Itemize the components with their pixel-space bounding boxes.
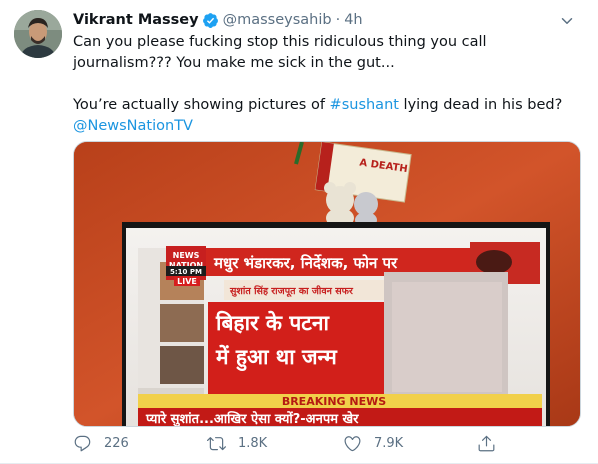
share-icon	[478, 435, 495, 452]
like-count: 7.9K	[374, 436, 404, 451]
retweet-icon	[207, 437, 226, 451]
author-name[interactable]: Vikrant Massey	[73, 12, 199, 28]
like-button[interactable]: 7.9K	[343, 434, 403, 453]
chevron-down-icon[interactable]	[558, 12, 576, 30]
subheadline: सुशांत सिंह राजपूत का जीवन सफर	[229, 285, 354, 297]
tweet-line-1: Can you please fucking stop this ridicul…	[73, 34, 487, 71]
share-button[interactable]	[477, 434, 508, 453]
media-photo: A DEATH NEWS NATION 5:10 PM LIVE मधुर भं…	[74, 142, 580, 427]
tweet-line-2: You’re actually showing pictures of #sus…	[73, 95, 581, 116]
reply-count: 226	[104, 436, 129, 451]
main-line-1: बिहार के पटना	[215, 310, 331, 335]
separator-dot: ·	[335, 12, 341, 28]
reply-icon	[74, 435, 91, 452]
like-icon	[344, 436, 361, 452]
retweet-count: 1.8K	[238, 436, 268, 451]
live-badge: LIVE	[177, 277, 197, 286]
reply-button[interactable]: 226	[73, 434, 129, 453]
tweet-header: Vikrant Massey @masseysahib · 4h	[73, 10, 578, 30]
breaking-news: BREAKING NEWS	[282, 395, 386, 408]
verified-badge-icon	[202, 12, 218, 28]
tweet-media[interactable]: A DEATH NEWS NATION 5:10 PM LIVE मधुर भं…	[73, 141, 581, 427]
line-2-suffix: lying dead in his bed?	[398, 97, 563, 113]
line-2-prefix: You’re actually showing pictures of	[73, 97, 330, 113]
tweet-line-3: @NewsNationTV	[73, 116, 581, 137]
hashtag-link[interactable]: #sushant	[330, 97, 399, 113]
main-line-2: में हुआ था जन्म	[215, 344, 338, 372]
author-handle[interactable]: @masseysahib	[223, 12, 332, 28]
tweet-actions: 226 1.8K 7.9K	[73, 432, 581, 458]
retweet-button[interactable]: 1.8K	[207, 434, 267, 453]
channel-logo-line1: NEWS	[173, 251, 200, 260]
tweet-text: Can you please fucking stop this ridicul…	[73, 32, 581, 137]
timestamp[interactable]: 4h	[344, 12, 362, 28]
tweet[interactable]: Vikrant Massey @masseysahib · 4h Can you…	[0, 0, 598, 464]
ticker-text: प्यारे सुशांत...आखिर ऐसा क्यों?-अनपम खेर	[145, 411, 359, 427]
avatar[interactable]	[14, 10, 62, 58]
clock: 5:10 PM	[170, 268, 202, 276]
mention-link[interactable]: @NewsNationTV	[73, 118, 193, 134]
headline-top: मधुर भंडारकर, निर्देशक, फोन पर	[213, 254, 398, 273]
